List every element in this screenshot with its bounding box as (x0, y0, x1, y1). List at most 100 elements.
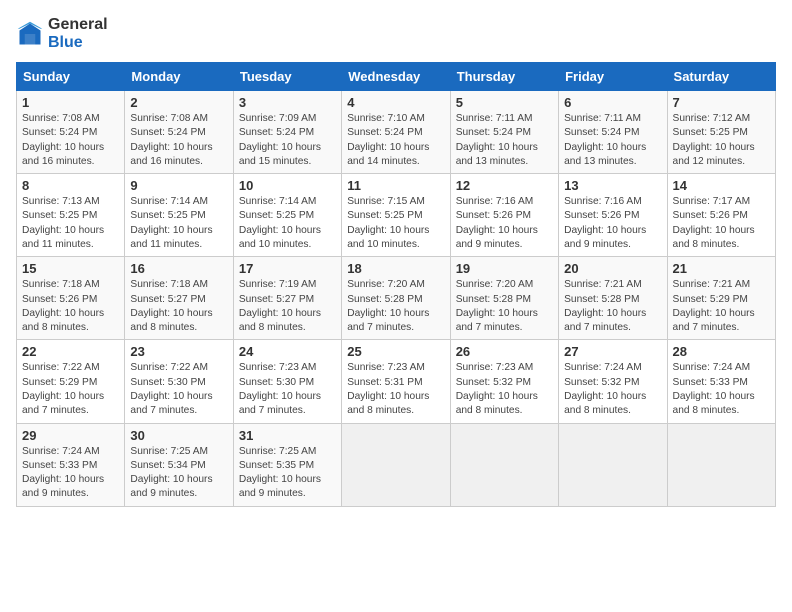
calendar-cell: 19 Sunrise: 7:20 AMSunset: 5:28 PMDayligh… (450, 257, 558, 340)
day-info: Sunrise: 7:23 AMSunset: 5:32 PMDaylight:… (456, 361, 553, 418)
calendar-week-row: 1 Sunrise: 7:08 AMSunset: 5:24 PMDaylight… (17, 91, 776, 174)
day-number: 13 (564, 178, 661, 193)
day-info: Sunrise: 7:09 AMSunset: 5:24 PMDaylight:… (239, 112, 336, 169)
calendar-cell: 29Sunrise: 7:24 AMSunset: 5:33 PMDayligh… (17, 423, 125, 506)
day-number: 1 (22, 95, 119, 110)
day-info: Sunrise: 7:25 AMSunset: 5:34 PMDaylight:… (130, 445, 227, 502)
day-number: 15 (22, 261, 119, 276)
calendar-table: SundayMondayTuesdayWednesdayThursdayFrid… (16, 62, 776, 507)
day-info: Sunrise: 7:21 AMSunset: 5:28 PMDaylight:… (564, 278, 661, 335)
column-header-monday: Monday (125, 63, 233, 91)
day-info: Sunrise: 7:15 AMSunset: 5:25 PMDaylight:… (347, 195, 444, 252)
calendar-cell: 6 Sunrise: 7:11 AMSunset: 5:24 PMDaylight… (559, 91, 667, 174)
calendar-cell: 25 Sunrise: 7:23 AMSunset: 5:31 PMDayligh… (342, 340, 450, 423)
logo-icon (16, 20, 44, 48)
day-number: 30 (130, 428, 227, 443)
calendar-cell: 15 Sunrise: 7:18 AMSunset: 5:26 PMDayligh… (17, 257, 125, 340)
day-number: 27 (564, 344, 661, 359)
calendar-cell: 14Sunrise: 7:17 AMSunset: 5:26 PMDayligh… (667, 174, 775, 257)
column-header-wednesday: Wednesday (342, 63, 450, 91)
day-number: 12 (456, 178, 553, 193)
calendar-cell: 1 Sunrise: 7:08 AMSunset: 5:24 PMDaylight… (17, 91, 125, 174)
calendar-cell: 28 Sunrise: 7:24 AMSunset: 5:33 PMDayligh… (667, 340, 775, 423)
day-info: Sunrise: 7:19 AMSunset: 5:27 PMDaylight:… (239, 278, 336, 335)
calendar-cell: 22Sunrise: 7:22 AMSunset: 5:29 PMDayligh… (17, 340, 125, 423)
calendar-cell: 17 Sunrise: 7:19 AMSunset: 5:27 PMDayligh… (233, 257, 341, 340)
calendar-cell: 16Sunrise: 7:18 AMSunset: 5:27 PMDayligh… (125, 257, 233, 340)
day-number: 9 (130, 178, 227, 193)
day-info: Sunrise: 7:14 AMSunset: 5:25 PMDaylight:… (239, 195, 336, 252)
logo: General Blue (16, 16, 108, 52)
day-info: Sunrise: 7:24 AMSunset: 5:33 PMDaylight:… (22, 445, 119, 502)
day-number: 31 (239, 428, 336, 443)
day-info: Sunrise: 7:23 AMSunset: 5:31 PMDaylight:… (347, 361, 444, 418)
day-info: Sunrise: 7:13 AMSunset: 5:25 PMDaylight:… (22, 195, 119, 252)
day-info: Sunrise: 7:22 AMSunset: 5:30 PMDaylight:… (130, 361, 227, 418)
logo-text: General Blue (48, 16, 108, 52)
calendar-week-row: 22Sunrise: 7:22 AMSunset: 5:29 PMDayligh… (17, 340, 776, 423)
day-info: Sunrise: 7:16 AMSunset: 5:26 PMDaylight:… (456, 195, 553, 252)
calendar-header-row: SundayMondayTuesdayWednesdayThursdayFrid… (17, 63, 776, 91)
column-header-sunday: Sunday (17, 63, 125, 91)
day-info: Sunrise: 7:11 AMSunset: 5:24 PMDaylight:… (456, 112, 553, 169)
day-info: Sunrise: 7:08 AMSunset: 5:24 PMDaylight:… (22, 112, 119, 169)
page-header: General Blue (16, 16, 776, 52)
day-info: Sunrise: 7:11 AMSunset: 5:24 PMDaylight:… (564, 112, 661, 169)
calendar-cell: 21Sunrise: 7:21 AMSunset: 5:29 PMDayligh… (667, 257, 775, 340)
day-number: 11 (347, 178, 444, 193)
day-number: 10 (239, 178, 336, 193)
column-header-thursday: Thursday (450, 63, 558, 91)
calendar-cell: 10 Sunrise: 7:14 AMSunset: 5:25 PMDayligh… (233, 174, 341, 257)
calendar-cell (450, 423, 558, 506)
calendar-cell: 23 Sunrise: 7:22 AMSunset: 5:30 PMDayligh… (125, 340, 233, 423)
day-number: 8 (22, 178, 119, 193)
day-info: Sunrise: 7:24 AMSunset: 5:32 PMDaylight:… (564, 361, 661, 418)
day-info: Sunrise: 7:10 AMSunset: 5:24 PMDaylight:… (347, 112, 444, 169)
day-info: Sunrise: 7:24 AMSunset: 5:33 PMDaylight:… (673, 361, 770, 418)
day-info: Sunrise: 7:20 AMSunset: 5:28 PMDaylight:… (456, 278, 553, 335)
calendar-week-row: 8 Sunrise: 7:13 AMSunset: 5:25 PMDaylight… (17, 174, 776, 257)
day-info: Sunrise: 7:16 AMSunset: 5:26 PMDaylight:… (564, 195, 661, 252)
calendar-cell: 26 Sunrise: 7:23 AMSunset: 5:32 PMDayligh… (450, 340, 558, 423)
calendar-cell: 8 Sunrise: 7:13 AMSunset: 5:25 PMDaylight… (17, 174, 125, 257)
calendar-week-row: 29Sunrise: 7:24 AMSunset: 5:33 PMDayligh… (17, 423, 776, 506)
calendar-cell (667, 423, 775, 506)
day-number: 6 (564, 95, 661, 110)
calendar-cell: 20Sunrise: 7:21 AMSunset: 5:28 PMDayligh… (559, 257, 667, 340)
calendar-cell: 4 Sunrise: 7:10 AMSunset: 5:24 PMDaylight… (342, 91, 450, 174)
calendar-cell: 18Sunrise: 7:20 AMSunset: 5:28 PMDayligh… (342, 257, 450, 340)
calendar-cell: 12 Sunrise: 7:16 AMSunset: 5:26 PMDayligh… (450, 174, 558, 257)
day-number: 19 (456, 261, 553, 276)
day-info: Sunrise: 7:14 AMSunset: 5:25 PMDaylight:… (130, 195, 227, 252)
day-info: Sunrise: 7:23 AMSunset: 5:30 PMDaylight:… (239, 361, 336, 418)
day-number: 28 (673, 344, 770, 359)
calendar-cell: 5 Sunrise: 7:11 AMSunset: 5:24 PMDaylight… (450, 91, 558, 174)
day-info: Sunrise: 7:18 AMSunset: 5:26 PMDaylight:… (22, 278, 119, 335)
day-number: 22 (22, 344, 119, 359)
column-header-friday: Friday (559, 63, 667, 91)
calendar-cell: 9 Sunrise: 7:14 AMSunset: 5:25 PMDaylight… (125, 174, 233, 257)
day-number: 17 (239, 261, 336, 276)
column-header-saturday: Saturday (667, 63, 775, 91)
calendar-cell: 30 Sunrise: 7:25 AMSunset: 5:34 PMDayligh… (125, 423, 233, 506)
day-number: 23 (130, 344, 227, 359)
calendar-cell (342, 423, 450, 506)
day-number: 21 (673, 261, 770, 276)
calendar-cell: 3 Sunrise: 7:09 AMSunset: 5:24 PMDaylight… (233, 91, 341, 174)
calendar-week-row: 15 Sunrise: 7:18 AMSunset: 5:26 PMDayligh… (17, 257, 776, 340)
column-header-tuesday: Tuesday (233, 63, 341, 91)
calendar-cell: 2Sunrise: 7:08 AMSunset: 5:24 PMDaylight… (125, 91, 233, 174)
day-number: 2 (130, 95, 227, 110)
day-info: Sunrise: 7:12 AMSunset: 5:25 PMDaylight:… (673, 112, 770, 169)
day-number: 3 (239, 95, 336, 110)
day-number: 26 (456, 344, 553, 359)
calendar-cell: 27 Sunrise: 7:24 AMSunset: 5:32 PMDayligh… (559, 340, 667, 423)
day-number: 5 (456, 95, 553, 110)
day-info: Sunrise: 7:20 AMSunset: 5:28 PMDaylight:… (347, 278, 444, 335)
calendar-cell (559, 423, 667, 506)
day-number: 25 (347, 344, 444, 359)
day-number: 16 (130, 261, 227, 276)
day-info: Sunrise: 7:25 AMSunset: 5:35 PMDaylight:… (239, 445, 336, 502)
calendar-cell: 11 Sunrise: 7:15 AMSunset: 5:25 PMDayligh… (342, 174, 450, 257)
day-number: 4 (347, 95, 444, 110)
